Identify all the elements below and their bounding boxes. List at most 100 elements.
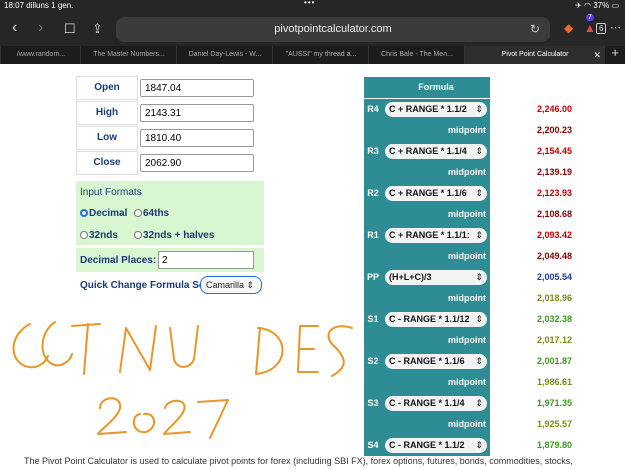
- pivot-level-row: R4 C + RANGE * 1.1/2 ⇕ 2,246.00: [364, 99, 576, 120]
- back-icon[interactable]: ‹: [12, 19, 17, 37]
- midpoint-label: midpoint: [448, 209, 486, 219]
- low-label: Low: [76, 126, 138, 150]
- formula-set-value: Camarilla: [206, 280, 245, 290]
- pivot-level-row: S3 C - RANGE * 1.1/4 ⇕ 1,971.35: [364, 393, 576, 414]
- formula-set-select[interactable]: Camarilla ⇕: [200, 276, 262, 294]
- formula-select[interactable]: C - RANGE * 1.1/6 ⇕: [385, 354, 487, 369]
- open-row: Open: [76, 76, 264, 100]
- pivot-level-tag: R4: [364, 99, 382, 120]
- pivot-formula-cell: midpoint: [382, 162, 490, 183]
- formula-select-value: C - RANGE * 1.1/4: [389, 398, 465, 408]
- tab-count[interactable]: 6: [596, 23, 607, 34]
- tab-item[interactable]: Daniel Day-Lewis - W...: [176, 46, 273, 64]
- pivot-midpoint-row: midpoint 2,017.12: [364, 330, 576, 351]
- status-right: ✈ ◠ 37% ▭: [575, 1, 619, 10]
- tab-label: Pivot Point Calculator: [501, 51, 569, 58]
- forward-icon[interactable]: ›: [38, 19, 43, 37]
- battery-level: 37%: [593, 1, 610, 10]
- radio-decimal[interactable]: Decimal: [80, 208, 127, 219]
- radio-32nds[interactable]: 32nds: [80, 230, 118, 241]
- formula-select[interactable]: C - RANGE * 1.1/4 ⇕: [385, 396, 487, 411]
- close-label: Close: [76, 151, 138, 175]
- midpoint-label: midpoint: [448, 335, 486, 345]
- close-icon[interactable]: ✕: [593, 46, 601, 64]
- tab-item[interactable]: Chris Bale - The Men...: [368, 46, 465, 64]
- low-row: Low: [76, 126, 264, 150]
- pivot-formula-cell: (H+L+C)/3 ⇕: [382, 267, 490, 288]
- formula-select[interactable]: C + RANGE * 1.1/1: ⇕: [385, 228, 487, 243]
- midpoint-label: midpoint: [448, 251, 486, 261]
- low-input[interactable]: [140, 129, 254, 147]
- pivot-value: 1,986.61: [536, 377, 572, 387]
- pivot-level-tag: [364, 162, 382, 183]
- chevron-updown-icon: ⇕: [475, 230, 483, 240]
- pivot-formula-cell: midpoint: [382, 330, 490, 351]
- chevron-updown-icon: ⇕: [475, 188, 483, 198]
- close-row: Close: [76, 151, 264, 175]
- pivot-formula-cell: midpoint: [382, 372, 490, 393]
- pivot-value: 2,018.96: [536, 293, 572, 303]
- close-input[interactable]: [140, 154, 254, 172]
- pivot-midpoint-row: midpoint 2,049.48: [364, 246, 576, 267]
- input-formats-header: Input Formats: [80, 187, 142, 198]
- brave-shield-icon[interactable]: ◆: [564, 21, 573, 35]
- pivot-level-tag: [364, 246, 382, 267]
- tab-label: Chris Bale - The Men...: [381, 51, 453, 58]
- tab-item[interactable]: The Master Numbers...: [80, 46, 177, 64]
- page-description: The Pivot Point Calculator is used to ca…: [24, 456, 573, 466]
- formula-select-value: C + RANGE * 1.1/1:: [389, 230, 470, 240]
- tab-strip: /www.random... The Master Numbers... Dan…: [0, 45, 625, 64]
- pivot-level-row: S4 C - RANGE * 1.1/2 ⇕ 1,879.80: [364, 435, 576, 456]
- high-input[interactable]: [140, 104, 254, 122]
- more-icon[interactable]: ⋯: [610, 21, 621, 34]
- pivot-formula-cell: C + RANGE * 1.1/2 ⇕: [382, 99, 490, 120]
- formula-select[interactable]: (H+L+C)/3 ⇕: [385, 270, 487, 285]
- radio-label: 64ths: [143, 208, 170, 219]
- new-tab-icon[interactable]: +: [611, 45, 619, 60]
- pivot-header-row: Formula: [364, 77, 576, 98]
- tab-item[interactable]: /www.random...: [0, 46, 81, 64]
- open-input[interactable]: [140, 79, 254, 97]
- pivot-value: 2,017.12: [536, 335, 572, 345]
- decimal-places-input[interactable]: [158, 251, 254, 269]
- rewards-icon[interactable]: ▲: [584, 21, 596, 35]
- tab-label: "AUSSI" my thread a...: [285, 51, 357, 58]
- pivot-midpoint-row: midpoint 2,108.68: [364, 204, 576, 225]
- chevron-updown-icon: ⇕: [246, 280, 255, 290]
- input-formats-panel: Input Formats Decimal 64ths 32nds 32nds …: [76, 181, 264, 245]
- chevron-updown-icon: ⇕: [475, 356, 483, 366]
- radio-icon: [80, 231, 88, 239]
- formula-select[interactable]: C - RANGE * 1.1/2 ⇕: [385, 438, 487, 453]
- pivot-value: 2,154.45: [536, 146, 572, 156]
- reload-icon[interactable]: ↻: [530, 17, 540, 42]
- address-bar[interactable]: pivotpointcalculator.com ↻: [116, 17, 550, 42]
- bookmarks-icon[interactable]: ☐: [64, 21, 76, 37]
- chevron-updown-icon: ⇕: [475, 314, 483, 324]
- formula-select[interactable]: C + RANGE * 1.1/2 ⇕: [385, 102, 487, 117]
- pivot-level-row: S2 C - RANGE * 1.1/6 ⇕ 2,001.87: [364, 351, 576, 372]
- share-icon[interactable]: ⇪: [92, 21, 103, 37]
- radio-icon: [134, 209, 142, 217]
- pivot-header-tag: [364, 77, 382, 98]
- tab-item-active[interactable]: Pivot Point Calculator ✕: [464, 46, 605, 64]
- high-row: High: [76, 101, 264, 125]
- pivot-formula-cell: midpoint: [382, 120, 490, 141]
- formula-select[interactable]: C - RANGE * 1.1/12 ⇕: [385, 312, 487, 327]
- formula-select[interactable]: C + RANGE * 1.1/4 ⇕: [385, 144, 487, 159]
- chevron-updown-icon: ⇕: [475, 104, 483, 114]
- pivot-level-tag: R3: [364, 141, 382, 162]
- pivot-value: 2,246.00: [536, 104, 572, 114]
- formula-select-value: C + RANGE * 1.1/2: [389, 104, 467, 114]
- radio-64ths[interactable]: 64ths: [134, 208, 169, 219]
- formula-select[interactable]: C + RANGE * 1.1/6 ⇕: [385, 186, 487, 201]
- radio-32nds-halves[interactable]: 32nds + halves: [134, 230, 214, 241]
- pivot-formula-cell: C + RANGE * 1.1/4 ⇕: [382, 141, 490, 162]
- pivot-level-tag: S4: [364, 435, 382, 456]
- pivot-value: 2,093.42: [536, 230, 572, 240]
- pivot-value: 2,049.48: [536, 251, 572, 261]
- tab-item[interactable]: "AUSSI" my thread a...: [272, 46, 369, 64]
- pivot-formula-cell: C - RANGE * 1.1/2 ⇕: [382, 435, 490, 456]
- page-content: Open High Low Close Input Formats Decima…: [0, 64, 625, 469]
- pivot-midpoint-row: midpoint 2,200.23: [364, 120, 576, 141]
- midpoint-label: midpoint: [448, 125, 486, 135]
